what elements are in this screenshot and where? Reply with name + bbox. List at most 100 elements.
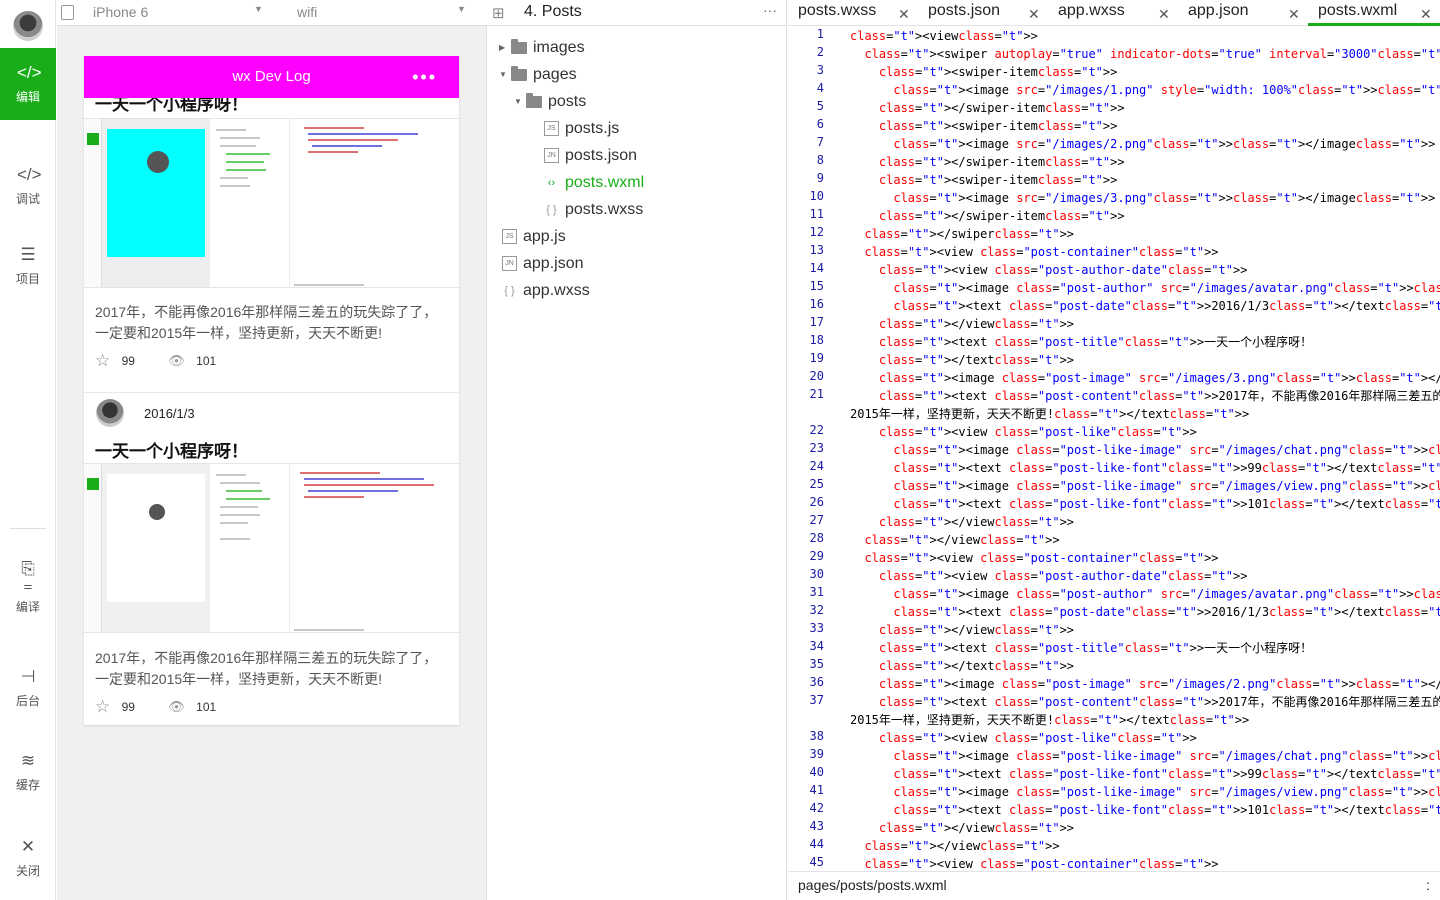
nav-item-edit[interactable]: </> 编辑 — [0, 48, 56, 120]
close-icon[interactable]: ✕ — [1158, 3, 1170, 25]
tree-file-app-js[interactable]: JS app.js — [502, 226, 566, 248]
post-title: 一天一个小程序呀！ — [95, 442, 248, 461]
nav-item-compile[interactable]: ⎘ ⚌ 编译 — [0, 556, 56, 628]
code-line: class="t"><image src="/images/2.png"clas… — [893, 137, 1436, 151]
tree-folder-images[interactable]: ▶ images — [499, 37, 585, 59]
line-number: 40 — [809, 765, 824, 779]
post-card[interactable]: 2016/1/3 一天一个小程序呀！ 2017年，不能再像2016年那样隔三差五… — [84, 392, 459, 725]
line-number: 26 — [809, 495, 824, 509]
js-file-icon: JS — [502, 229, 517, 245]
device-frame-icon[interactable] — [61, 5, 74, 20]
post-card[interactable]: 一天一个小程序呀！ 2017年，不能再像2016年那样隔三差五的玩失踪了了，一定… — [84, 56, 459, 392]
nav-item-label: 关闭 — [15, 864, 40, 878]
network-select[interactable]: wifi — [297, 4, 317, 20]
post-like-bar: ☆ 99 👁 101 — [95, 351, 216, 371]
chevron-down-icon[interactable]: ▼ — [457, 4, 466, 14]
json-file-icon: JN — [502, 256, 517, 272]
tab-label: posts.wxml — [1318, 2, 1398, 19]
user-avatar[interactable] — [13, 11, 43, 41]
code-line: class="t"><swiper autoplay="true" indica… — [864, 47, 1440, 61]
tree-folder-pages[interactable]: ▼ pages — [499, 64, 577, 86]
nav-item-project[interactable]: ☰ 项目 — [0, 230, 56, 302]
nav-item-close[interactable]: ✕ 关闭 — [0, 822, 56, 894]
style-file-icon: { } — [546, 204, 557, 216]
json-file-icon: JN — [544, 148, 559, 164]
code-line: class="t"><swiper-itemclass="t">> — [878, 65, 1118, 79]
line-number: 21 — [809, 387, 824, 401]
eye-icon: 👁 — [168, 353, 185, 368]
close-icon: ✕ — [20, 837, 36, 856]
editor-tabs: posts.wxss ✕ posts.json ✕ app.wxss ✕ app.js… — [788, 0, 1440, 26]
line-number: 13 — [809, 243, 824, 257]
tree-label: posts.json — [565, 147, 638, 164]
tree-label: posts.wxml — [565, 174, 645, 192]
like-count: 99 — [121, 354, 135, 368]
code-line: class="t"><swiper-itemclass="t">> — [878, 173, 1118, 187]
code-area[interactable]: class="t"><viewclass="t">> class="t"><sw… — [850, 26, 1440, 871]
tab-label: app.wxss — [1058, 2, 1125, 19]
code-line: class="t"></viewclass="t">> — [878, 317, 1075, 331]
line-number: 45 — [809, 855, 824, 869]
phone-screen: wx Dev Log ••• 一天一个小程序呀！ 2017年，不能再像2016年… — [84, 56, 459, 725]
post-image — [84, 118, 459, 288]
code-line: class="t"><view class="post-like"class="… — [878, 425, 1197, 439]
tab-posts-json[interactable]: posts.json ✕ — [918, 0, 1048, 26]
line-number: 10 — [809, 189, 824, 203]
tab-label: posts.wxss — [798, 2, 877, 19]
code-line: class="t"></swiper-itemclass="t">> — [878, 209, 1125, 223]
close-icon[interactable]: ✕ — [1288, 3, 1300, 25]
close-icon[interactable]: ✕ — [898, 3, 910, 25]
code-line: class="t"></textclass="t">> — [878, 659, 1075, 673]
star-icon[interactable]: ☆ — [95, 697, 110, 717]
star-icon[interactable]: ☆ — [95, 351, 110, 371]
more-icon[interactable]: ··· — [763, 2, 777, 18]
code-line: class="t"><text class="post-date"class="… — [893, 299, 1440, 313]
js-file-icon: JS — [544, 121, 559, 137]
line-number: 24 — [809, 459, 824, 473]
folder-open-icon — [511, 66, 527, 81]
code-line: class="t"><image src="/images/3.png"clas… — [893, 191, 1436, 205]
tree-file-posts-js[interactable]: JS posts.js — [544, 118, 619, 140]
tree-label: app.js — [523, 228, 566, 245]
status-cursor: : — [1426, 877, 1430, 893]
line-number: 9 — [816, 171, 824, 185]
tree-file-posts-json[interactable]: JN posts.json — [544, 145, 637, 167]
code-line: class="t"><view class="post-author-date"… — [878, 569, 1248, 583]
line-number: 4 — [816, 81, 824, 95]
tab-posts-wxml[interactable]: posts.wxml ✕ — [1308, 0, 1440, 26]
nav-item-debug[interactable]: </> 调试 — [0, 150, 56, 222]
close-icon[interactable]: ✕ — [1028, 3, 1040, 25]
folder-icon — [511, 39, 527, 54]
tab-app-wxss[interactable]: app.wxss ✕ — [1048, 0, 1178, 26]
tree-label: posts.js — [565, 120, 620, 137]
tree-file-app-wxss[interactable]: { } app.wxss — [502, 280, 590, 302]
tree-label: app.wxss — [523, 282, 590, 300]
line-number: 38 — [809, 729, 824, 743]
more-dots-icon[interactable]: ••• — [412, 56, 437, 98]
tab-posts-wxss[interactable]: posts.wxss ✕ — [788, 0, 918, 26]
status-file-path: pages/posts/posts.wxml — [798, 877, 947, 893]
nav-divider — [10, 528, 46, 529]
code-line: class="t"><text class="post-date"class="… — [893, 605, 1440, 619]
line-number: 6 — [816, 117, 824, 131]
tab-app-json[interactable]: app.json ✕ — [1178, 0, 1308, 26]
code-line: class="t"><view class="post-container"cl… — [864, 551, 1219, 565]
tree-file-posts-wxss[interactable]: { } posts.wxss — [544, 199, 643, 221]
line-number: 34 — [809, 639, 824, 653]
tree-file-posts-wxml[interactable]: ‹› posts.wxml — [544, 172, 644, 194]
tree-file-app-json[interactable]: JN app.json — [502, 253, 584, 275]
code-file-icon: ‹› — [547, 177, 556, 189]
code-line: class="t"><text class="post-content"clas… — [878, 695, 1440, 709]
tree-folder-posts[interactable]: ▼ posts — [514, 91, 586, 113]
nav-item-cache[interactable]: ≋ 缓存 — [0, 736, 56, 808]
device-select[interactable]: iPhone 6 — [93, 4, 148, 20]
line-number: 3 — [816, 63, 824, 77]
code-line: class="t"></viewclass="t">> — [878, 821, 1075, 835]
post-image — [84, 463, 459, 633]
nav-item-background[interactable]: ⊣ 后台 — [0, 652, 56, 724]
code-line: class="t"><view class="post-author-date"… — [878, 263, 1248, 277]
chevron-down-icon[interactable]: ▼ — [254, 4, 263, 14]
tree-toggle-icon[interactable]: ⊞ — [492, 4, 505, 22]
close-icon[interactable]: ✕ — [1420, 3, 1432, 25]
nav-item-label: 后台 — [15, 694, 40, 708]
